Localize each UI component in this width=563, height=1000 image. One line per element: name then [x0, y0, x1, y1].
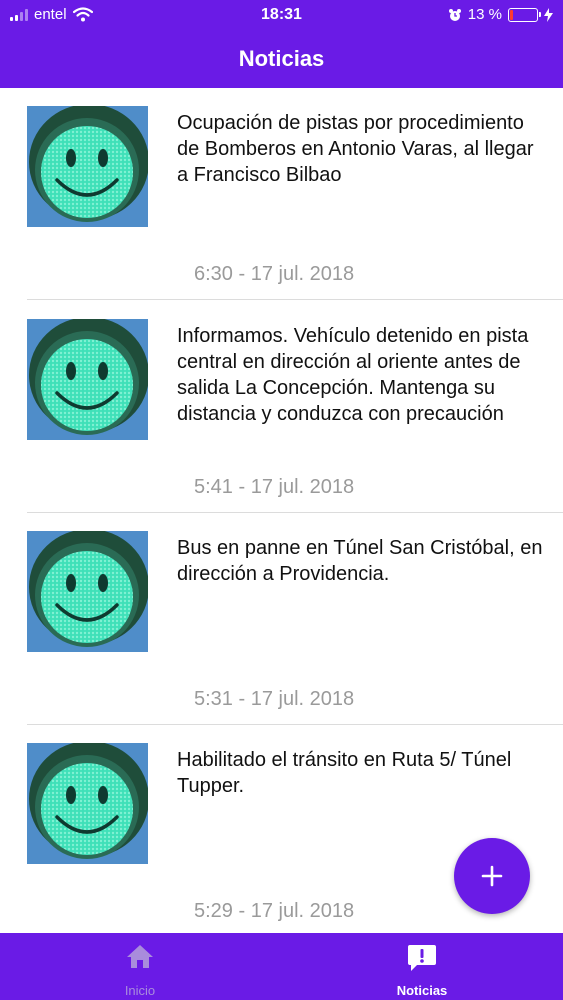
news-text: Informamos. Vehículo detenido en pista c…	[177, 325, 529, 425]
news-list[interactable]: Ocupación de pistas por procedimiento de…	[0, 88, 563, 933]
battery-icon	[508, 7, 541, 22]
news-text: Habilitado el tránsito en Ruta 5/ Túnel …	[177, 749, 512, 797]
news-date: 6:30 - 17 jul. 2018	[194, 263, 355, 285]
battery-fill	[510, 9, 513, 20]
news-thumbnail	[27, 531, 148, 652]
news-text: Ocupación de pistas por procedimiento de…	[177, 112, 534, 186]
news-text: Bus en panne en Túnel San Cristóbal, en …	[177, 537, 543, 585]
status-right: 13 %	[448, 6, 553, 23]
tab-bar: Inicio Noticias	[0, 933, 563, 1000]
battery-percent: 13 %	[467, 6, 502, 23]
alarm-icon	[448, 8, 461, 21]
news-item[interactable]: Ocupación de pistas por procedimiento de…	[27, 88, 563, 300]
tab-label: Inicio	[124, 983, 156, 998]
charging-bolt-icon	[544, 7, 553, 22]
smiley-traffic-light-icon	[27, 743, 148, 864]
exclamation-bubble-icon	[408, 945, 436, 971]
news-thumbnail	[27, 106, 148, 227]
news-date: 5:41 - 17 jul. 2018	[194, 476, 355, 498]
status-bar: entel 18:31 13 %	[0, 0, 563, 30]
news-item[interactable]: Bus en panne en Túnel San Cristóbal, en …	[27, 513, 563, 725]
tab-inicio[interactable]: Inicio	[70, 933, 210, 1000]
tab-noticias[interactable]: Noticias	[352, 933, 492, 1000]
app-header: Noticias	[0, 30, 563, 88]
page-title: Noticias	[238, 46, 325, 71]
news-thumbnail	[27, 743, 148, 864]
tab-label: Noticias	[396, 983, 448, 998]
add-button[interactable]	[454, 838, 530, 914]
news-thumbnail	[27, 319, 148, 440]
news-date: 5:29 - 17 jul. 2018	[194, 900, 355, 922]
news-item[interactable]: Informamos. Vehículo detenido en pista c…	[27, 301, 563, 513]
plus-icon	[481, 865, 503, 887]
smiley-traffic-light-icon	[27, 106, 148, 227]
home-icon	[127, 945, 153, 968]
smiley-traffic-light-icon	[27, 531, 148, 652]
smiley-traffic-light-icon	[27, 319, 148, 440]
news-date: 5:31 - 17 jul. 2018	[194, 688, 355, 710]
